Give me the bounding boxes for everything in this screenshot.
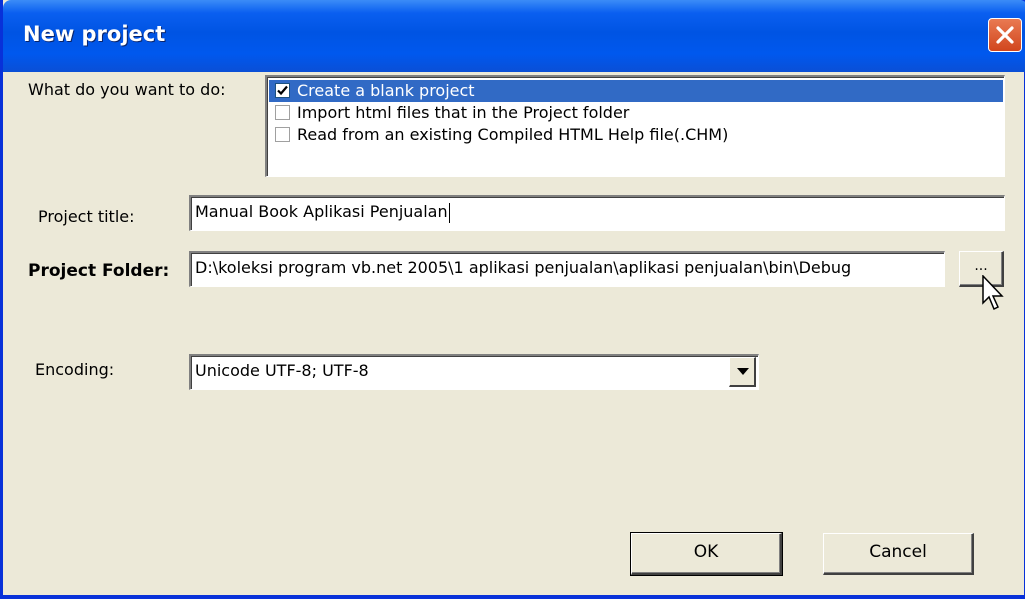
action-option-label: Create a blank project (297, 81, 475, 100)
new-project-dialog: New project What do you want to do: Crea… (0, 0, 1025, 599)
action-option-chm[interactable]: Read from an existing Compiled HTML Help… (269, 124, 1003, 146)
action-option-label: Import html files that in the Project fo… (297, 103, 630, 122)
checkbox-unchecked[interactable] (275, 127, 290, 142)
project-folder-input[interactable]: D:\koleksi program vb.net 2005\1 aplikas… (189, 251, 945, 287)
encoding-label: Encoding: (35, 360, 115, 379)
close-button[interactable] (988, 18, 1022, 52)
action-label: What do you want to do: (28, 80, 226, 99)
check-icon (277, 85, 288, 96)
action-option-import[interactable]: Import html files that in the Project fo… (269, 102, 1003, 124)
checkbox-checked[interactable] (275, 83, 290, 98)
mouse-pointer-icon (982, 275, 1004, 311)
action-listbox[interactable]: Create a blank project Import html files… (265, 75, 1005, 177)
title-bar[interactable]: New project (3, 0, 1025, 72)
window-title: New project (23, 22, 166, 46)
project-title-input[interactable]: Manual Book Aplikasi Penjualan (189, 195, 1005, 231)
cancel-button[interactable]: Cancel (823, 533, 974, 575)
action-option-blank[interactable]: Create a blank project (269, 80, 1003, 102)
encoding-dropdown-button[interactable] (729, 357, 756, 387)
close-icon (996, 26, 1014, 44)
action-option-label: Read from an existing Compiled HTML Help… (297, 125, 729, 144)
encoding-select[interactable]: Unicode UTF-8; UTF-8 (189, 354, 759, 390)
project-title-label: Project title: (38, 207, 135, 226)
ok-button[interactable]: OK (630, 532, 783, 576)
project-folder-label: Project Folder: (28, 261, 170, 281)
checkbox-unchecked[interactable] (275, 105, 290, 120)
chevron-down-icon (737, 368, 749, 375)
